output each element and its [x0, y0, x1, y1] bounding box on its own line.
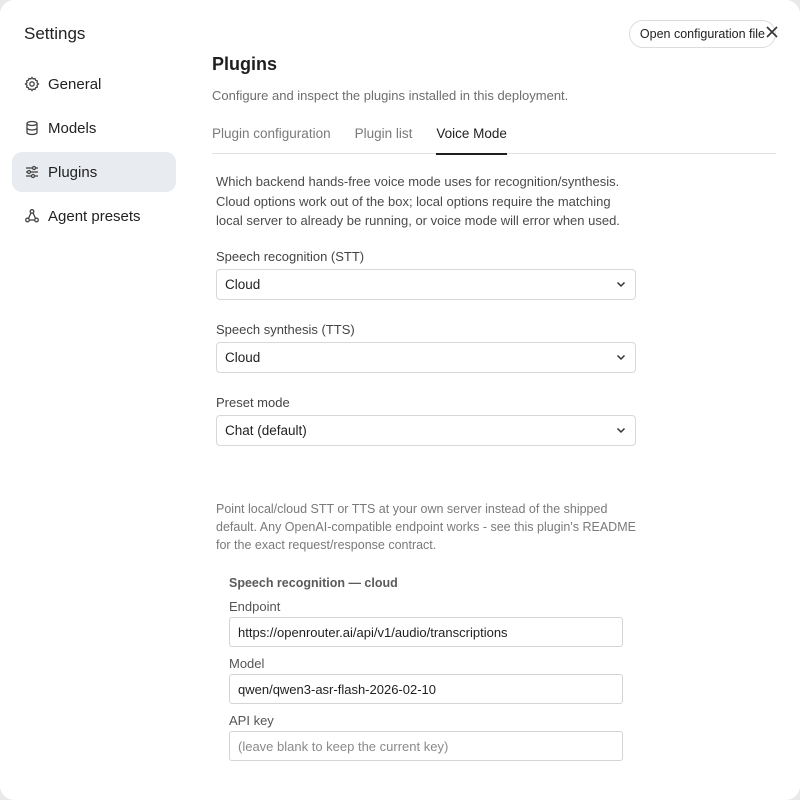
plugin-tabs: Plugin configuration Plugin list Voice M… — [212, 118, 776, 155]
api-key-input[interactable] — [229, 731, 623, 761]
tts-select[interactable]: Cloud — [216, 341, 636, 373]
sidebar-item-label: Models — [48, 119, 97, 137]
sidebar: Settings General Models Plugins Agent pr… — [0, 0, 188, 800]
share-nodes-icon — [24, 208, 40, 224]
sidebar-item-label: Agent presets — [48, 207, 141, 225]
stt-select[interactable]: Cloud — [216, 268, 636, 300]
tts-select-value: Cloud — [225, 349, 261, 365]
api-key-label: API key — [229, 713, 274, 728]
sidebar-nav: General Models Plugins Agent presets — [12, 64, 176, 240]
close-icon[interactable] — [764, 24, 780, 40]
voice-mode-panel: Which backend hands-free voice mode uses… — [216, 172, 636, 446]
sidebar-item-agent-presets[interactable]: Agent presets — [12, 196, 176, 236]
sidebar-item-general[interactable]: General — [12, 64, 176, 104]
stt-cloud-section: Speech recognition — cloud Endpoint Mode… — [229, 576, 623, 761]
tab-voice-mode[interactable]: Voice Mode — [436, 118, 507, 155]
stt-select-value: Cloud — [225, 276, 261, 292]
main-panel: Open configuration file Plugins Configur… — [212, 0, 778, 800]
chevron-down-icon — [616, 427, 626, 434]
tab-plugin-configuration[interactable]: Plugin configuration — [212, 118, 331, 154]
database-icon — [24, 120, 40, 136]
sidebar-item-label: General — [48, 75, 102, 93]
sidebar-item-models[interactable]: Models — [12, 108, 176, 148]
tts-label: Speech synthesis (TTS) — [216, 321, 355, 337]
preset-mode-select[interactable]: Chat (default) — [216, 414, 636, 446]
page-title: Plugins — [212, 54, 278, 74]
page-subtitle: Configure and inspect the plugins instal… — [212, 88, 569, 103]
preset-mode-label: Preset mode — [216, 394, 290, 410]
sidebar-title: Settings — [24, 24, 86, 43]
sidebar-item-label: Plugins — [48, 163, 98, 181]
chevron-down-icon — [616, 354, 626, 361]
preset-mode-select-value: Chat (default) — [225, 422, 307, 438]
endpoint-input[interactable] — [229, 617, 623, 647]
model-label: Model — [229, 656, 265, 671]
tab-plugin-list[interactable]: Plugin list — [355, 118, 413, 154]
open-configuration-file-button[interactable]: Open configuration file — [628, 20, 776, 48]
chevron-down-icon — [616, 281, 626, 288]
stt-label: Speech recognition (STT) — [216, 248, 365, 264]
section-heading: Speech recognition — cloud — [229, 576, 398, 590]
settings-window: Settings General Models Plugins Agent pr… — [0, 0, 800, 800]
model-input[interactable] — [229, 674, 623, 704]
sliders-icon — [24, 164, 40, 180]
sidebar-item-plugins[interactable]: Plugins — [12, 152, 176, 192]
endpoint-label: Endpoint — [229, 599, 281, 614]
gear-icon — [24, 76, 40, 92]
endpoint-description: Point local/cloud STT or TTS at your own… — [216, 502, 636, 552]
voice-mode-description: Which backend hands-free voice mode uses… — [216, 174, 620, 228]
